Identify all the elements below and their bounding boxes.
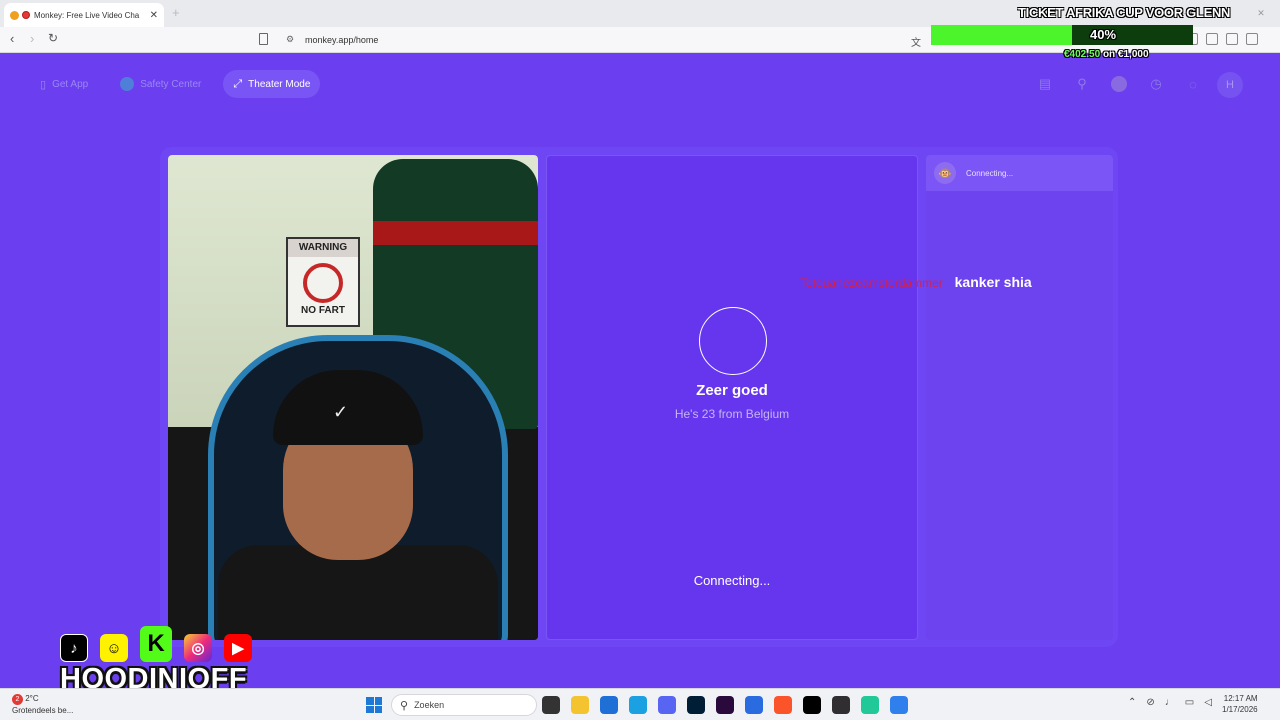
safety-center-label: Safety Center bbox=[140, 78, 202, 90]
kick-icon: K bbox=[140, 626, 172, 662]
shop-icon[interactable]: ▤ bbox=[1032, 72, 1058, 96]
menu-icon[interactable] bbox=[1246, 33, 1258, 45]
avatar[interactable]: H bbox=[1217, 72, 1243, 98]
file-explorer-icon[interactable] bbox=[571, 696, 589, 714]
task-view-icon[interactable] bbox=[542, 696, 560, 714]
match-panel: Zeer goed He's 23 from Belgium Connectin… bbox=[546, 155, 918, 640]
monkey-favicon-icon bbox=[10, 10, 19, 20]
edge-icon[interactable] bbox=[629, 696, 647, 714]
tray-mic-icon[interactable]: ♩ bbox=[1165, 697, 1175, 708]
donation-goal-fill bbox=[931, 25, 1073, 45]
top-nav: ▯ Get App Safety Center ⤢ Theater Mode bbox=[30, 70, 321, 98]
get-app-button[interactable]: ▯ Get App bbox=[30, 70, 98, 98]
search-icon: ⚲ bbox=[400, 699, 409, 712]
site-info-icon[interactable]: ⚙ bbox=[286, 34, 294, 45]
monkey-coin-icon[interactable] bbox=[1106, 72, 1132, 96]
tab-title: Monkey: Free Live Video Cha bbox=[34, 10, 140, 20]
chat-app-icon[interactable] bbox=[861, 696, 879, 714]
instagram-icon: ◎ bbox=[184, 634, 212, 662]
chat-header: 🐵 Connecting... bbox=[926, 155, 1113, 191]
loading-ring-icon bbox=[699, 307, 767, 375]
premiere-icon[interactable] bbox=[716, 696, 734, 714]
tray-chevron-icon[interactable]: ⌃ bbox=[1128, 697, 1136, 708]
browser-app-icon[interactable] bbox=[890, 696, 908, 714]
notification-badge: 2 bbox=[12, 694, 23, 705]
obs-icon[interactable] bbox=[832, 696, 850, 714]
app-icon[interactable] bbox=[745, 696, 763, 714]
snapchat-icon: ☺ bbox=[100, 634, 128, 662]
header-actions: ▤ ⚲ ◷ ◌ H bbox=[1032, 72, 1243, 98]
shield-icon bbox=[120, 77, 135, 91]
clock-time: 12:17 AM bbox=[1223, 694, 1258, 703]
tray-volume-icon[interactable]: ◁ bbox=[1204, 697, 1212, 708]
stream-chat-message: Tetouanezeamsterdammer kanker shia bbox=[800, 274, 1032, 290]
browser-tab[interactable]: Monkey: Free Live Video Cha ✕ bbox=[4, 3, 164, 27]
theater-mode-button[interactable]: ⤢ Theater Mode bbox=[223, 70, 321, 98]
url-input[interactable]: monkey.app/home bbox=[305, 35, 378, 45]
kick-app-icon[interactable] bbox=[803, 696, 821, 714]
taskbar-clock[interactable]: 12:17 AM 1/17/2026 bbox=[1222, 693, 1258, 715]
messages-icon[interactable]: ◌ bbox=[1180, 72, 1206, 96]
taskbar-search-placeholder: Zoeken bbox=[414, 700, 445, 710]
warning-sign-text: NO FART bbox=[301, 305, 345, 316]
start-button[interactable] bbox=[366, 697, 382, 713]
local-video: WARNING NO FART ✓ bbox=[168, 155, 538, 640]
forward-icon[interactable]: › bbox=[30, 31, 34, 46]
donation-goal-percent: 40% bbox=[1090, 27, 1117, 42]
swoosh-logo-icon: ✓ bbox=[333, 402, 349, 422]
social-icons: ♪ ☺ K ◎ ▶ bbox=[60, 626, 252, 662]
taskbar-search[interactable]: ⚲ Zoeken bbox=[391, 694, 537, 716]
match-subtitle: He's 23 from Belgium bbox=[674, 407, 790, 421]
taskbar: 2 2°C Grotendeels be... ⚲ Zoeken ⌃ ⊘ ♩ ▭… bbox=[0, 688, 1280, 720]
expand-icon: ⤢ bbox=[233, 77, 243, 90]
new-tab-button[interactable]: + bbox=[172, 5, 180, 20]
theater-mode-label: Theater Mode bbox=[248, 78, 311, 90]
bookmark-icon[interactable] bbox=[259, 33, 268, 45]
weather-temp: 2°C bbox=[25, 694, 39, 703]
tray-app-icon[interactable]: ⊘ bbox=[1146, 697, 1154, 708]
warning-sign-title: WARNING bbox=[288, 239, 358, 257]
monkey-icon: 🐵 bbox=[934, 162, 956, 184]
translate-icon[interactable]: 文 bbox=[911, 34, 921, 49]
chat-username: Tetouanezeamsterdammer bbox=[800, 276, 943, 290]
donation-goal-target: on €1,000 bbox=[1102, 49, 1149, 60]
get-app-label: Get App bbox=[52, 78, 89, 90]
reload-icon[interactable]: ↻ bbox=[48, 31, 58, 45]
jersey-stripe bbox=[373, 221, 538, 245]
history-icon[interactable]: ◷ bbox=[1143, 72, 1169, 96]
store-icon[interactable] bbox=[600, 696, 618, 714]
weather-text: Grotendeels be... bbox=[12, 706, 74, 715]
tray-display-icon[interactable]: ▭ bbox=[1185, 697, 1194, 708]
chat-message-text: kanker shia bbox=[954, 274, 1032, 290]
match-name: Zeer goed bbox=[696, 382, 768, 399]
chat-panel: 🐵 Connecting... bbox=[926, 155, 1113, 640]
favorites-icon[interactable] bbox=[1206, 33, 1218, 45]
weather-widget[interactable]: 2 2°C Grotendeels be... bbox=[12, 693, 73, 716]
discord-icon[interactable] bbox=[658, 696, 676, 714]
taskbar-apps bbox=[542, 696, 908, 714]
donation-goal-bar bbox=[931, 25, 1193, 45]
no-symbol-icon bbox=[303, 263, 343, 303]
brave-icon[interactable] bbox=[774, 696, 792, 714]
phone-icon: ▯ bbox=[40, 78, 47, 91]
youtube-icon: ▶ bbox=[224, 634, 252, 662]
donation-goal-current: €402.50 bbox=[1064, 49, 1101, 60]
back-icon[interactable]: ‹ bbox=[10, 31, 14, 46]
system-tray: ⌃ ⊘ ♩ ▭ ◁ bbox=[1128, 697, 1212, 708]
tab-close-icon[interactable]: ✕ bbox=[150, 10, 158, 21]
warning-sign: WARNING NO FART bbox=[286, 237, 360, 327]
donation-goal-amount: €402.50 on €1,000 bbox=[1064, 49, 1149, 60]
profile-icon[interactable] bbox=[1226, 33, 1238, 45]
chat-status: Connecting... bbox=[966, 168, 1014, 178]
clock-date: 1/17/2026 bbox=[1222, 705, 1258, 714]
donation-goal-title: TICKET AFRIKA CUP VOOR GLENN bbox=[1018, 5, 1231, 20]
tiktok-icon: ♪ bbox=[60, 634, 88, 662]
close-window-button[interactable]: ✕ bbox=[1242, 0, 1280, 27]
safety-center-button[interactable]: Safety Center bbox=[110, 70, 211, 98]
search-icon[interactable]: ⚲ bbox=[1069, 72, 1095, 96]
connecting-status: Connecting... bbox=[693, 573, 771, 588]
photoshop-icon[interactable] bbox=[687, 696, 705, 714]
recording-indicator-icon bbox=[22, 11, 30, 19]
